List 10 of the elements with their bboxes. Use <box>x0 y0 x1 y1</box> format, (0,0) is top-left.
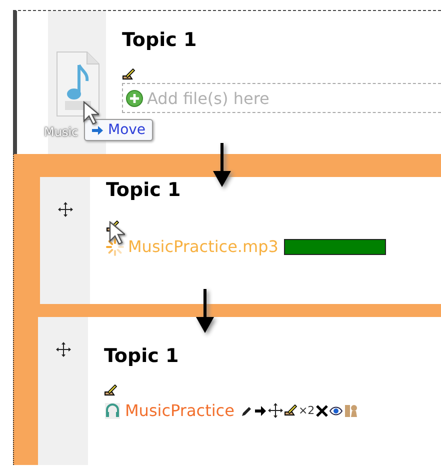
file-label: Music <box>44 125 78 139</box>
section-title: Topic 1 <box>104 344 180 369</box>
file-drop-zone[interactable]: Add file(s) here <box>122 83 441 113</box>
file-link[interactable]: MusicPractice <box>125 401 234 420</box>
file-name: MusicPractice.mp3 <box>128 237 278 256</box>
dropzone-label: Add file(s) here <box>147 88 270 108</box>
move-tooltip: Move <box>84 119 153 141</box>
section-title: Topic 1 <box>122 28 198 53</box>
indent-count: ×2 <box>298 404 315 417</box>
section-title: Topic 1 <box>106 178 182 203</box>
